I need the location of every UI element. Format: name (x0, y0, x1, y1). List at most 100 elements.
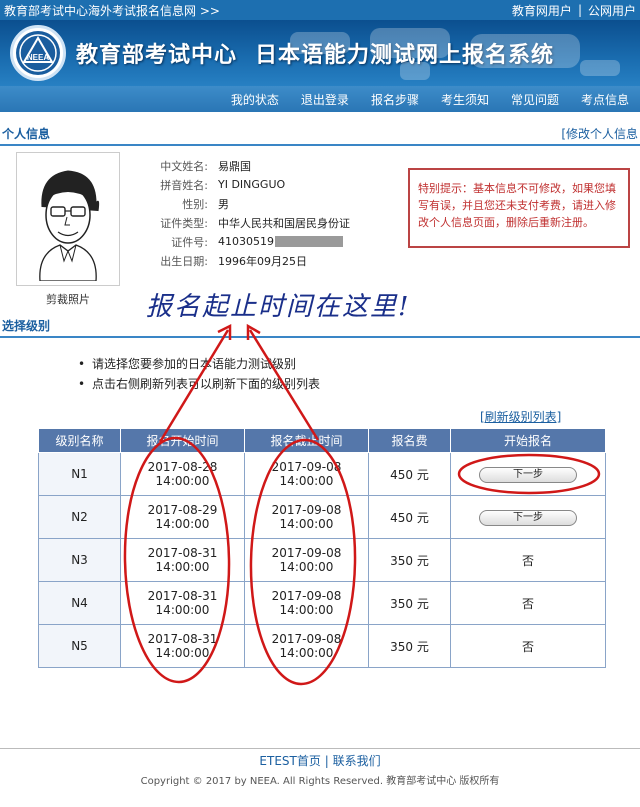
cell-level: N4 (38, 581, 121, 625)
col-fee: 报名费 (368, 428, 451, 453)
cell-action: 否 (450, 624, 606, 668)
cell-level: N2 (38, 495, 121, 539)
refresh-list-link[interactable]: [刷新级别列表] (480, 408, 561, 425)
end-date: 2017-09-08 (271, 460, 342, 474)
cell-fee: 350 元 (368, 624, 451, 668)
public-user-link[interactable]: 公网用户 (588, 2, 636, 19)
cell-fee: 350 元 (368, 581, 451, 625)
field-value: 41030519 (218, 235, 274, 248)
cell-action: 否 (450, 581, 606, 625)
field-label: 证件号: (171, 235, 208, 249)
field-value: 易鼎国 (218, 159, 251, 173)
cell-end: 2017-09-08 14:00:00 (244, 624, 369, 668)
field-label: 出生日期: (160, 254, 208, 268)
nav-test-center-info[interactable]: 考点信息 (570, 91, 640, 108)
fee: 450 元 (390, 510, 429, 525)
level-name: N4 (71, 596, 88, 610)
start-time: 14:00:00 (155, 646, 210, 660)
cell-end: 2017-09-08 14:00:00 (244, 495, 369, 539)
cell-start: 2017-08-29 14:00:00 (120, 495, 245, 539)
col-level: 级别名称 (38, 428, 121, 453)
end-time: 14:00:00 (279, 474, 334, 488)
level-name: N5 (71, 639, 88, 653)
field-value: 中华人民共和国居民身份证 (218, 216, 350, 230)
nav-logout[interactable]: 退出登录 (290, 91, 360, 108)
info-fields: 中文姓名: 易鼎国 拼音姓名: YI DINGGUO 性别: 男 证件类型: 中… (132, 156, 350, 270)
nav-my-status[interactable]: 我的状态 (220, 91, 290, 108)
level-name: N2 (71, 510, 88, 524)
org-name: 教育部考试中心 (76, 43, 238, 68)
field-value: 1996年09月25日 (218, 254, 307, 268)
avatar (16, 152, 120, 286)
next-step-button[interactable]: 下一步 (479, 466, 577, 483)
nav-faq[interactable]: 常见问题 (500, 91, 570, 108)
fee: 450 元 (390, 467, 429, 482)
user-links: 教育网用户 | 公网用户 (512, 2, 636, 19)
cell-level: N1 (38, 452, 121, 496)
level-name: N1 (71, 467, 88, 481)
field-id-type: 证件类型: 中华人民共和国居民身份证 (132, 213, 350, 232)
end-date: 2017-09-08 (271, 589, 342, 603)
list-item: 点击右侧刷新列表可以刷新下面的级别列表 (78, 374, 640, 394)
field-birth-date: 出生日期: 1996年09月25日 (132, 251, 350, 270)
level-name: N3 (71, 553, 88, 567)
top-bar: 教育部考试中心海外考试报名信息网 >> 教育网用户 | 公网用户 (0, 0, 640, 20)
start-date: 2017-08-31 (147, 632, 218, 646)
table-row: N5 2017-08-31 14:00:00 2017-09-08 14:00:00 35… (38, 624, 606, 668)
nav-candidate-notes[interactable]: 考生须知 (430, 91, 500, 108)
table-row: N1 2017-08-28 14:00:00 2017-09-08 14:00:00 45… (38, 452, 606, 496)
field-value: YI DINGGUO (218, 178, 286, 191)
start-date: 2017-08-28 (147, 460, 218, 474)
table-header-row: 级别名称 报名开始时间 报名截止时间 报名费 开始报名 (38, 428, 606, 453)
copyright: Copyright © 2017 by NEEA. All Rights Res… (140, 776, 500, 787)
end-date: 2017-09-08 (271, 546, 342, 560)
cell-end: 2017-09-08 14:00:00 (244, 581, 369, 625)
personal-info-header: 个人信息 [修改个人信息 (0, 122, 640, 146)
contact-link[interactable]: 联系我们 (333, 754, 381, 768)
end-time: 14:00:00 (279, 646, 334, 660)
annotation-text: 报名起止时间在这里! (146, 292, 411, 322)
field-chinese-name: 中文姓名: 易鼎国 (132, 156, 350, 175)
section-title: 选择级别 (2, 318, 51, 333)
fee: 350 元 (390, 596, 429, 611)
cell-start: 2017-08-28 14:00:00 (120, 452, 245, 496)
cell-start: 2017-08-31 14:00:00 (120, 581, 245, 625)
site-title-link[interactable]: 教育部考试中心海外考试报名信息网 >> (4, 2, 220, 19)
edu-user-link[interactable]: 教育网用户 (512, 2, 572, 19)
cell-fee: 350 元 (368, 538, 451, 582)
end-date: 2017-09-08 (271, 503, 342, 517)
etest-home-link[interactable]: ETEST首页 (259, 754, 320, 768)
fee: 350 元 (390, 553, 429, 568)
start-date: 2017-08-29 (147, 503, 218, 517)
photo-caption[interactable]: 剪裁照片 (16, 291, 120, 307)
end-time: 14:00:00 (279, 517, 334, 531)
special-notice: 特别提示：基本信息不可修改，如果您填写有误，并且您还未支付考费，请进入修改个人信… (408, 168, 630, 248)
cell-fee: 450 元 (368, 495, 451, 539)
fee: 350 元 (390, 639, 429, 654)
header-banner: NEEA 教育部考试中心日本语能力测试网上报名系统 (0, 20, 640, 86)
start-time: 14:00:00 (155, 517, 210, 531)
start-time: 14:00:00 (155, 603, 210, 617)
redaction-bar (275, 236, 343, 247)
nav-signup-steps[interactable]: 报名步骤 (360, 91, 430, 108)
field-label: 中文姓名: (160, 159, 208, 173)
field-value: 男 (218, 197, 229, 211)
end-time: 14:00:00 (279, 603, 334, 617)
cell-end: 2017-09-08 14:00:00 (244, 452, 369, 496)
footer-links: ETEST首页 | 联系我们 (0, 752, 640, 769)
cell-start: 2017-08-31 14:00:00 (120, 538, 245, 582)
col-end: 报名截止时间 (244, 428, 369, 453)
col-start: 报名开始时间 (120, 428, 245, 453)
table-row: N4 2017-08-31 14:00:00 2017-09-08 14:00:00 35… (38, 581, 606, 625)
cell-fee: 450 元 (368, 452, 451, 496)
footer-divider (0, 748, 640, 749)
edit-info-link[interactable]: [修改个人信息 (561, 125, 638, 142)
cell-action: 否 (450, 538, 606, 582)
field-id-number: 证件号: 41030519 (132, 232, 350, 251)
end-date: 2017-09-08 (271, 632, 342, 646)
col-action: 开始报名 (450, 428, 606, 453)
unavailable-text: 否 (521, 553, 534, 568)
start-time: 14:00:00 (155, 560, 210, 574)
instruction-list: 请选择您要参加的日本语能力测试级别 点击右侧刷新列表可以刷新下面的级别列表 (0, 354, 640, 394)
next-step-button[interactable]: 下一步 (479, 509, 577, 526)
